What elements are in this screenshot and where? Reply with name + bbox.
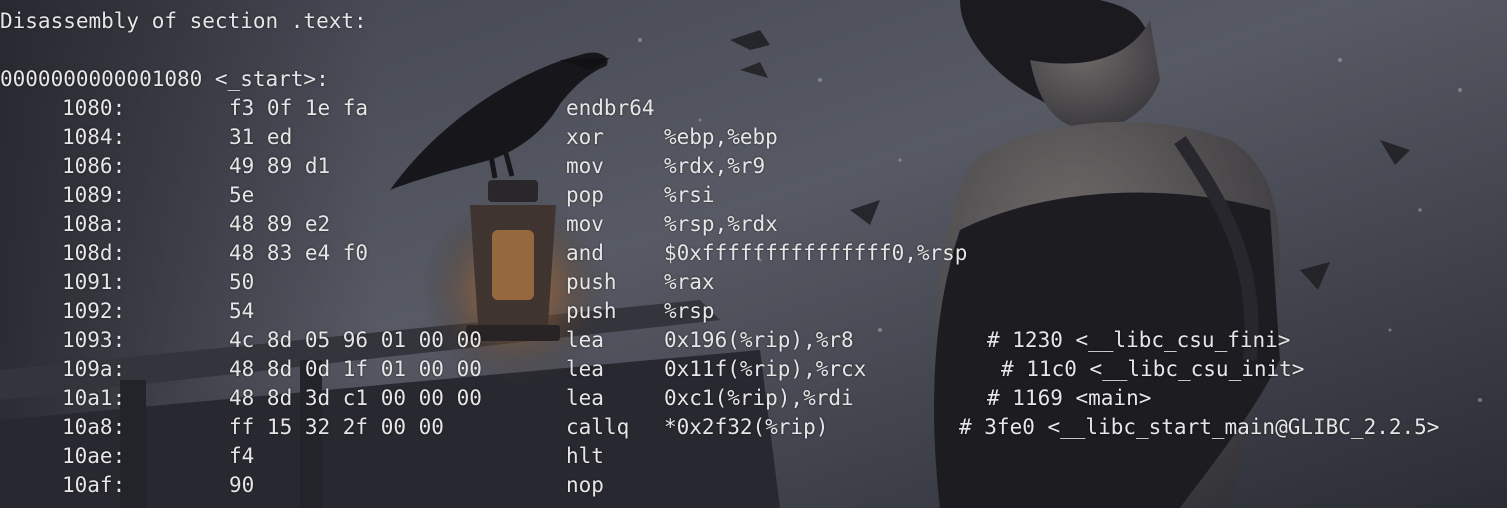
operands-text: %rax (664, 270, 715, 294)
opcode-bytes-text: 31 ed (229, 125, 293, 149)
instruction-row: 1084: 31 ed xor %ebp,%ebp (0, 123, 1507, 152)
operands-text: %rsi (664, 183, 715, 207)
address-text: 1089: (62, 183, 126, 207)
comment-text: # 11c0 <__libc_csu_init> (1001, 357, 1305, 381)
instruction-row: 10af: 90 nop (0, 471, 1507, 500)
operands-text: 0x196(%rip),%r8 (664, 328, 854, 352)
mnemonic-text: lea (566, 328, 604, 352)
mnemonic-text: hlt (566, 444, 604, 468)
address-text: 108d: (62, 241, 126, 265)
mnemonic-text: pop (566, 183, 604, 207)
mnemonic-text: xor (566, 125, 604, 149)
instruction-row: 10a8: ff 15 32 2f 00 00 callq *0x2f32(%rip)… (0, 413, 1507, 442)
mnemonic-text: callq (566, 415, 630, 439)
mnemonic-text: nop (566, 473, 604, 497)
mnemonic-text: and (566, 241, 604, 265)
opcode-bytes-text: 5e (229, 183, 255, 207)
opcode-bytes-text: 48 89 e2 (229, 212, 331, 236)
instruction-row: 10ae: f4 hlt (0, 442, 1507, 471)
operands-text: $0xfffffffffffffff0,%rsp (664, 241, 968, 265)
opcode-bytes-text: 48 8d 3d c1 00 00 00 (229, 386, 482, 410)
opcode-bytes-text: 90 (229, 473, 255, 497)
opcode-bytes-text: 48 8d 0d 1f 01 00 00 (229, 357, 482, 381)
instruction-row: 109a: 48 8d 0d 1f 01 00 00 lea 0x11f(%rip),… (0, 355, 1507, 384)
address-text: 1080: (62, 96, 126, 120)
instruction-row: 1091: 50 push %rax (0, 268, 1507, 297)
address-text: 10af: (62, 473, 126, 497)
instruction-row: 1092: 54 push %rsp (0, 297, 1507, 326)
mnemonic-text: push (566, 270, 617, 294)
mnemonic-text: push (566, 299, 617, 323)
operands-text: 0xc1(%rip),%rdi (664, 386, 854, 410)
mnemonic-text: lea (566, 357, 604, 381)
opcode-bytes-text: f3 0f 1e fa (229, 96, 369, 120)
address-text: 10ae: (62, 444, 126, 468)
mnemonic-text: endbr64 (566, 96, 655, 120)
comment-text: # 1230 <__libc_csu_fini> (987, 328, 1291, 352)
address-text: 1093: (62, 328, 126, 352)
mnemonic-text: mov (566, 212, 604, 236)
opcode-bytes-text: 4c 8d 05 96 01 00 00 (229, 328, 482, 352)
opcode-bytes-text: 50 (229, 270, 255, 294)
opcode-bytes-text: 49 89 d1 (229, 154, 331, 178)
operands-text: 0x11f(%rip),%rcx (664, 357, 867, 381)
address-text: 1092: (62, 299, 126, 323)
address-text: 10a1: (62, 386, 126, 410)
mnemonic-text: mov (566, 154, 604, 178)
instruction-row: 1093: 4c 8d 05 96 01 00 00 lea 0x196(%rip),… (0, 326, 1507, 355)
address-text: 10a8: (62, 415, 126, 439)
opcode-bytes-text: f4 (229, 444, 255, 468)
operands-text: %ebp,%ebp (664, 125, 778, 149)
comment-text: # 3fe0 <__libc_start_main@GLIBC_2.2.5> (959, 415, 1440, 439)
operands-text: %rdx,%r9 (664, 154, 766, 178)
instruction-row: 10a1: 48 8d 3d c1 00 00 00 lea 0xc1(%rip),%… (0, 384, 1507, 413)
address-text: 1086: (62, 154, 126, 178)
instruction-row: 1080: f3 0f 1e fa endbr64 (0, 94, 1507, 123)
opcode-bytes-text: 48 83 e4 f0 (229, 241, 369, 265)
instruction-row: 108d: 48 83 e4 f0 and $0xfffffffffffffff0,%… (0, 239, 1507, 268)
symbol-header: 0000000000001080 <_start>: (0, 67, 329, 91)
address-text: 1091: (62, 270, 126, 294)
address-text: 1084: (62, 125, 126, 149)
opcode-bytes-text: 54 (229, 299, 255, 323)
operands-text: %rsp (664, 299, 715, 323)
mnemonic-text: lea (566, 386, 604, 410)
instruction-row: 108a: 48 89 e2 mov %rsp,%rdx (0, 210, 1507, 239)
section-header: Disassembly of section .text: (0, 9, 367, 33)
terminal-output: Disassembly of section .text: 0000000000… (0, 0, 1507, 508)
opcode-bytes-text: ff 15 32 2f 00 00 (229, 415, 444, 439)
comment-text: # 1169 <main> (987, 386, 1152, 410)
instruction-row: 1086: 49 89 d1 mov %rdx,%r9 (0, 152, 1507, 181)
operands-text: %rsp,%rdx (664, 212, 778, 236)
address-text: 108a: (62, 212, 126, 236)
instruction-row: 1089: 5e pop %rsi (0, 181, 1507, 210)
address-text: 109a: (62, 357, 126, 381)
operands-text: *0x2f32(%rip) (664, 415, 829, 439)
